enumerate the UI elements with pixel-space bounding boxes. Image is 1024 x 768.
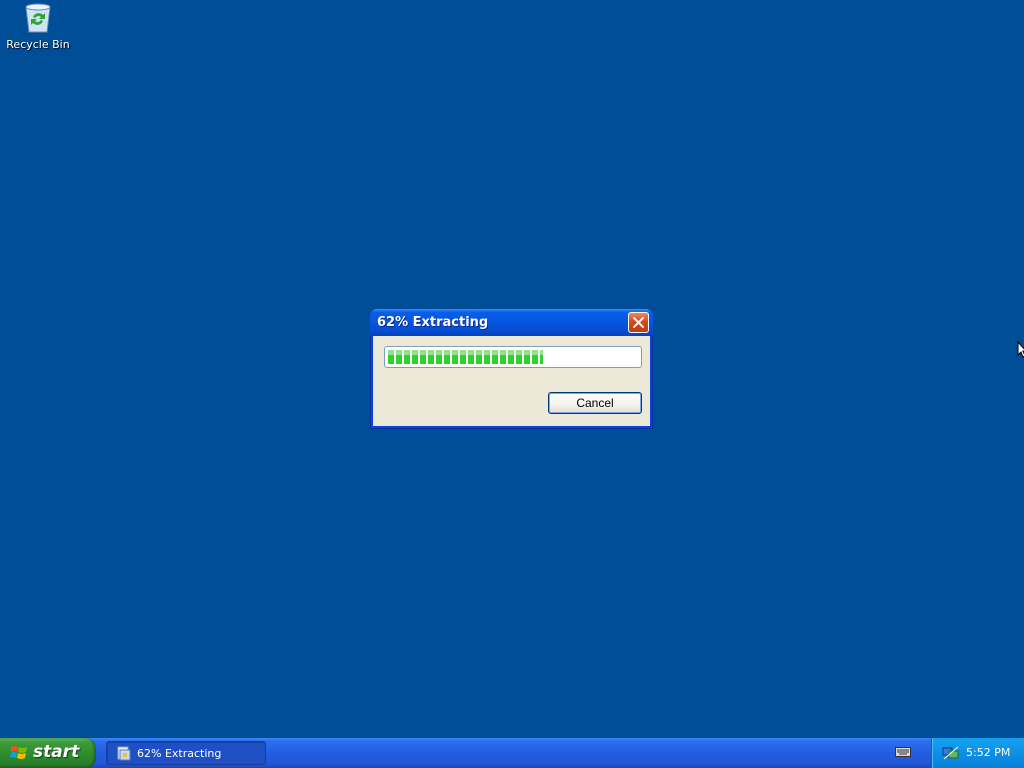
extract-progress-dialog: 62% Extracting Cancel (370, 309, 653, 429)
progress-bar (384, 346, 642, 368)
desktop-icon-recycle-bin[interactable]: Recycle Bin (6, 2, 70, 56)
network-icon[interactable] (942, 745, 960, 761)
close-icon (633, 317, 644, 328)
recycle-bin-icon (23, 2, 53, 34)
clock: 5:52 PM (966, 746, 1011, 759)
desktop-icon-label: Recycle Bin (6, 38, 70, 51)
taskbar-item-extracting[interactable]: 62% Extracting (106, 741, 266, 765)
taskbar: start 62% Extracting 5:52 PM (0, 738, 1024, 768)
cancel-button[interactable]: Cancel (548, 392, 642, 414)
dialog-titlebar[interactable]: 62% Extracting (370, 309, 653, 336)
taskbar-item-label: 62% Extracting (137, 747, 222, 760)
mouse-cursor-icon (1017, 341, 1024, 358)
start-button[interactable]: start (0, 738, 96, 768)
start-label: start (33, 742, 80, 762)
extract-icon (117, 746, 131, 761)
close-button[interactable] (628, 312, 649, 333)
windows-flag-icon (10, 746, 27, 759)
dialog-title: 62% Extracting (377, 315, 489, 330)
keyboard-icon[interactable] (895, 746, 911, 758)
system-tray: 5:52 PM (931, 738, 1024, 768)
dialog-body: Cancel (373, 336, 650, 426)
progress-bar-fill (388, 350, 543, 364)
